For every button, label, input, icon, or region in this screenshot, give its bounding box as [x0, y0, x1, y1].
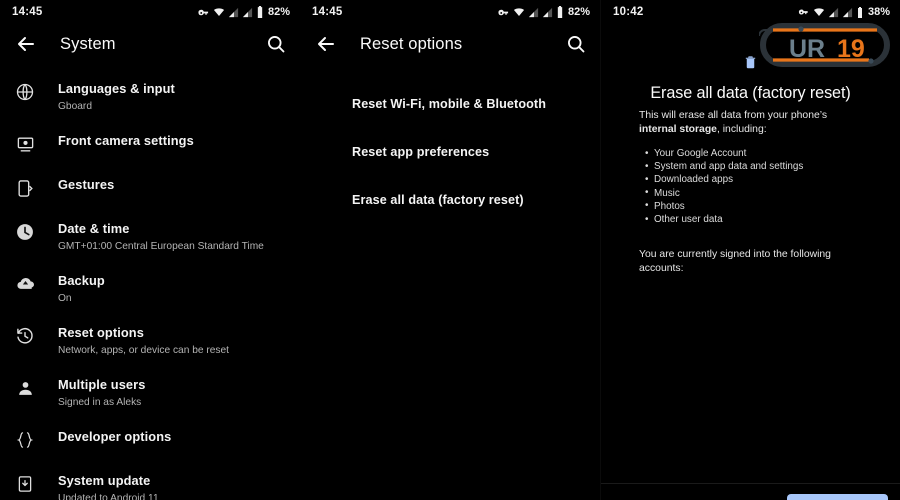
erase-all-data-button[interactable]: Erase all data	[787, 493, 888, 500]
item-label: Reset options	[58, 325, 144, 340]
item-sublabel: On	[58, 293, 72, 304]
app-bar: System	[0, 24, 300, 64]
list-item: Downloaded apps	[645, 173, 900, 186]
item-sublabel: Signed in as Aleks	[58, 397, 142, 408]
arrow-left-icon[interactable]	[14, 32, 38, 56]
desc-part-1: This will erase all data from your phone…	[639, 110, 828, 121]
dialog-footer: Erase all data	[601, 483, 900, 500]
reset-item-erase-all-data[interactable]: Erase all data (factory reset)	[300, 176, 600, 224]
item-label: Developer options	[58, 429, 172, 444]
history-reset-icon	[14, 325, 36, 347]
front-camera-icon	[14, 133, 36, 155]
battery-icon	[557, 6, 563, 18]
sidebar-item-developer-options[interactable]: Developer options	[0, 418, 300, 462]
item-label: Gestures	[58, 177, 115, 192]
list-item: Photos	[645, 199, 900, 213]
sidebar-item-system-update[interactable]: System update Updated to Android 11	[0, 462, 300, 500]
dialog-description: This will erase all data from your phone…	[639, 109, 853, 137]
vpn-key-icon	[498, 9, 509, 15]
clock-icon	[14, 221, 36, 243]
gestures-icon	[14, 177, 36, 199]
settings-list: Languages & input Gboard Front camera se…	[0, 64, 300, 500]
status-icons: 82%	[197, 6, 290, 18]
item-sublabel: Network, apps, or device can be reset	[58, 345, 230, 356]
screen-factory-reset-confirm: 10:42 38% UR 19 Erase all data (factory …	[600, 0, 900, 500]
status-icons: 82%	[497, 6, 590, 18]
sidebar-item-date-time[interactable]: Date & time GMT+01:00 Central European S…	[0, 210, 300, 262]
three-screenshot-strip: 14:45 82% System Languages & input Gboar…	[0, 0, 900, 500]
battery-icon	[257, 6, 263, 18]
list-item: Your Google Account	[645, 146, 900, 160]
system-update-icon	[14, 473, 36, 495]
page-title: Reset options	[360, 34, 463, 53]
app-bar: Reset options	[300, 24, 600, 64]
wifi-icon	[513, 7, 525, 16]
sidebar-item-gestures[interactable]: Gestures	[0, 166, 300, 210]
arrow-left-icon[interactable]	[314, 32, 338, 56]
list-item: System and app data and settings	[645, 160, 900, 173]
search-icon[interactable]	[566, 34, 586, 54]
trash-icon-wrap	[601, 53, 900, 71]
battery-percent: 82%	[267, 6, 290, 18]
list-item: Music	[645, 186, 900, 200]
trash-icon	[745, 56, 756, 69]
sidebar-item-reset-options[interactable]: Reset options Network, apps, or device c…	[0, 314, 300, 366]
page-title: System	[60, 34, 116, 53]
signed-in-accounts-note: You are currently signed into the follow…	[639, 249, 831, 275]
desc-emphasis: internal storage	[639, 124, 717, 135]
signal-1-icon	[228, 7, 239, 17]
desc-part-2: , including:	[716, 124, 767, 135]
screen-reset-options: 14:45 82% Reset options Reset Wi-Fi, mob…	[300, 0, 600, 500]
signal-1-icon	[528, 7, 539, 17]
dialog-title: Erase all data (factory reset)	[650, 84, 851, 102]
item-sublabel: Updated to Android 11	[58, 493, 159, 500]
status-bar: 14:45 82%	[300, 0, 600, 24]
item-label: System update	[58, 473, 151, 488]
sidebar-item-front-camera-settings[interactable]: Front camera settings	[0, 122, 300, 166]
reset-item-network[interactable]: Reset Wi-Fi, mobile & Bluetooth	[300, 80, 600, 128]
item-label: Multiple users	[58, 377, 146, 392]
cloud-upload-icon	[14, 273, 36, 295]
item-sublabel: Gboard	[58, 101, 92, 112]
reset-item-app-preferences[interactable]: Reset app preferences	[300, 128, 600, 176]
erase-items-list: Your Google Account System and app data …	[645, 146, 900, 226]
status-bar: 14:45 82%	[0, 0, 300, 24]
sidebar-item-languages-input[interactable]: Languages & input Gboard	[0, 70, 300, 122]
reset-options-list: Reset Wi-Fi, mobile & Bluetooth Reset ap…	[300, 64, 600, 224]
item-label: Front camera settings	[58, 133, 194, 148]
vpn-key-icon	[198, 9, 209, 15]
signal-2-icon	[542, 7, 553, 17]
wifi-icon	[213, 7, 225, 16]
screen-system-settings: 14:45 82% System Languages & input Gboar…	[0, 0, 300, 500]
item-label: Date & time	[58, 221, 130, 236]
search-icon[interactable]	[266, 34, 286, 54]
item-label: Languages & input	[58, 81, 175, 96]
globe-icon	[14, 81, 36, 103]
sidebar-item-multiple-users[interactable]: Multiple users Signed in as Aleks	[0, 366, 300, 418]
status-time: 10:42	[613, 6, 644, 18]
status-time: 14:45	[12, 6, 43, 18]
person-icon	[14, 377, 36, 399]
item-sublabel: GMT+01:00 Central European Standard Time	[58, 241, 264, 252]
braces-icon	[14, 429, 36, 451]
battery-percent: 82%	[567, 6, 590, 18]
factory-reset-dialog: Erase all data (factory reset) This will…	[601, 53, 900, 500]
status-time: 14:45	[312, 6, 343, 18]
item-label: Backup	[58, 273, 105, 288]
sidebar-item-backup[interactable]: Backup On	[0, 262, 300, 314]
list-item: Other user data	[645, 213, 900, 226]
signal-2-icon	[242, 7, 253, 17]
